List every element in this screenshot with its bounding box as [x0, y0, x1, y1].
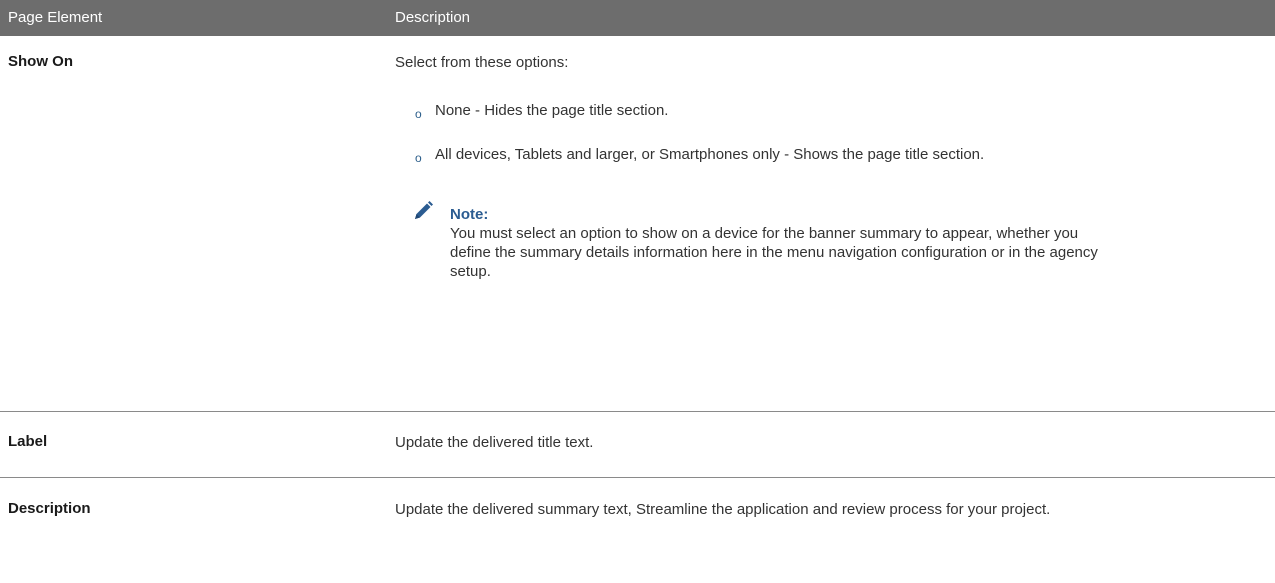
description-description: Update the delivered summary text, Strea… [395, 501, 1051, 518]
element-name-show-on: Show On [8, 53, 73, 70]
page-elements-table: Page Element Description Show On Select … [0, 0, 1275, 583]
note-body: You must select an option to show on a d… [450, 225, 1098, 280]
element-name-description: Description [8, 500, 91, 517]
element-name-label: Label [8, 433, 48, 450]
table-row: Description Update the delivered summary… [0, 478, 1275, 583]
note-title: Note: [450, 206, 489, 223]
table-header: Page Element Description [0, 0, 1275, 36]
table-row: Label Update the delivered title text. [0, 412, 1275, 478]
table-row: Show On Select from these options: o Non… [0, 36, 1275, 412]
circle-bullet-icon: o [415, 107, 422, 121]
header-page-element: Page Element [8, 9, 103, 26]
circle-bullet-icon: o [415, 151, 422, 165]
header-description: Description [395, 9, 471, 26]
option-text: All devices, Tablets and larger, or Smar… [435, 146, 985, 163]
label-description: Update the delivered title text. [395, 434, 594, 451]
show-on-intro: Select from these options: [395, 54, 569, 71]
pencil-icon [415, 201, 433, 219]
option-text: None - Hides the page title section. [435, 102, 669, 119]
